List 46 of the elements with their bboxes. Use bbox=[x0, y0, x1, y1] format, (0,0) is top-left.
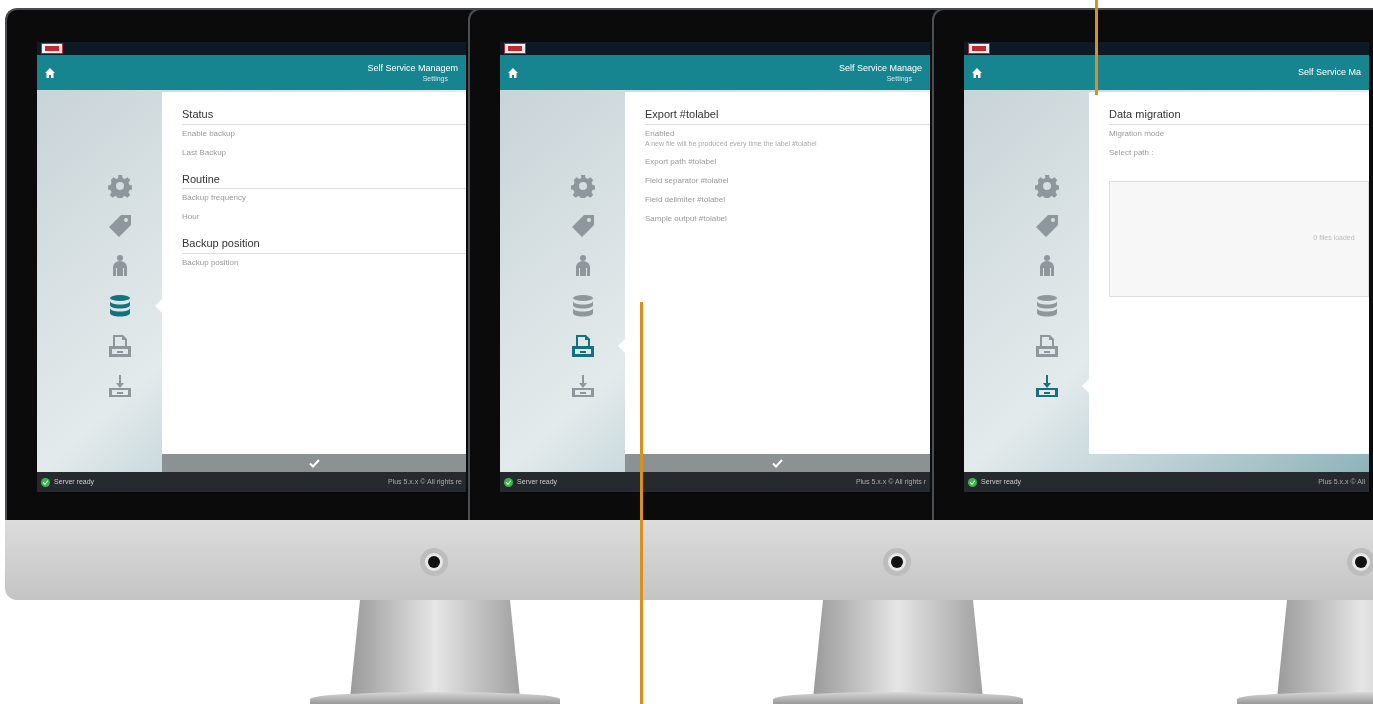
tray-document-icon[interactable] bbox=[1035, 334, 1059, 358]
logo-icon bbox=[504, 43, 526, 54]
setting-label: Enable backup bbox=[182, 128, 236, 139]
section-heading: Status bbox=[182, 106, 466, 125]
checkmark-icon[interactable] bbox=[308, 458, 320, 468]
home-icon[interactable] bbox=[45, 67, 55, 78]
logo-icon bbox=[41, 43, 63, 54]
gear-icon[interactable] bbox=[1035, 174, 1059, 198]
tag-icon[interactable] bbox=[1035, 214, 1059, 238]
tag-icon[interactable] bbox=[108, 214, 132, 238]
app-title: Self Service Ma bbox=[1297, 67, 1361, 78]
setting-label: Export path #tolabel bbox=[645, 156, 718, 167]
tag-icon[interactable] bbox=[571, 214, 595, 238]
checkmark-icon[interactable] bbox=[772, 458, 783, 468]
download-tray-icon[interactable] bbox=[571, 374, 595, 398]
app-title: Self Service Managem bbox=[367, 62, 458, 74]
setting-label: Sample output #tolabel bbox=[645, 213, 728, 224]
tray-document-icon[interactable] bbox=[571, 334, 595, 358]
section-heading: Data migration bbox=[1109, 106, 1369, 125]
database-icon[interactable] bbox=[108, 294, 132, 318]
setting-label: Select path : bbox=[1109, 147, 1155, 158]
setting-label: Migration mode bbox=[1109, 128, 1166, 139]
setting-label: Field separator #tolabel bbox=[645, 175, 730, 186]
section-heading: Export #tolabel bbox=[645, 106, 930, 125]
check-circle-icon bbox=[968, 477, 977, 487]
setting-label: Enabled bbox=[645, 128, 676, 139]
check-circle-icon bbox=[504, 477, 513, 487]
logo-icon bbox=[968, 43, 990, 54]
download-tray-icon[interactable] bbox=[1035, 374, 1059, 398]
gear-icon[interactable] bbox=[571, 174, 595, 198]
app-title: Self Service Manage bbox=[838, 62, 922, 74]
setting-label: Hour bbox=[182, 212, 201, 222]
setting-label: Field delimiter #tolabel bbox=[645, 194, 727, 205]
home-icon[interactable] bbox=[972, 67, 982, 78]
tray-document-icon[interactable] bbox=[108, 334, 132, 358]
setting-label: Backup frequency bbox=[182, 193, 248, 203]
section-heading: Routine bbox=[182, 170, 466, 189]
home-icon[interactable] bbox=[508, 67, 518, 78]
setting-label: Backup position bbox=[182, 257, 240, 268]
download-tray-icon[interactable] bbox=[108, 374, 132, 398]
setting-label: Last Backup bbox=[182, 147, 228, 158]
check-circle-icon bbox=[41, 477, 50, 487]
database-icon[interactable] bbox=[1035, 294, 1059, 318]
section-heading: Backup position bbox=[182, 235, 466, 254]
gear-icon[interactable] bbox=[108, 174, 132, 198]
database-icon[interactable] bbox=[571, 294, 595, 318]
